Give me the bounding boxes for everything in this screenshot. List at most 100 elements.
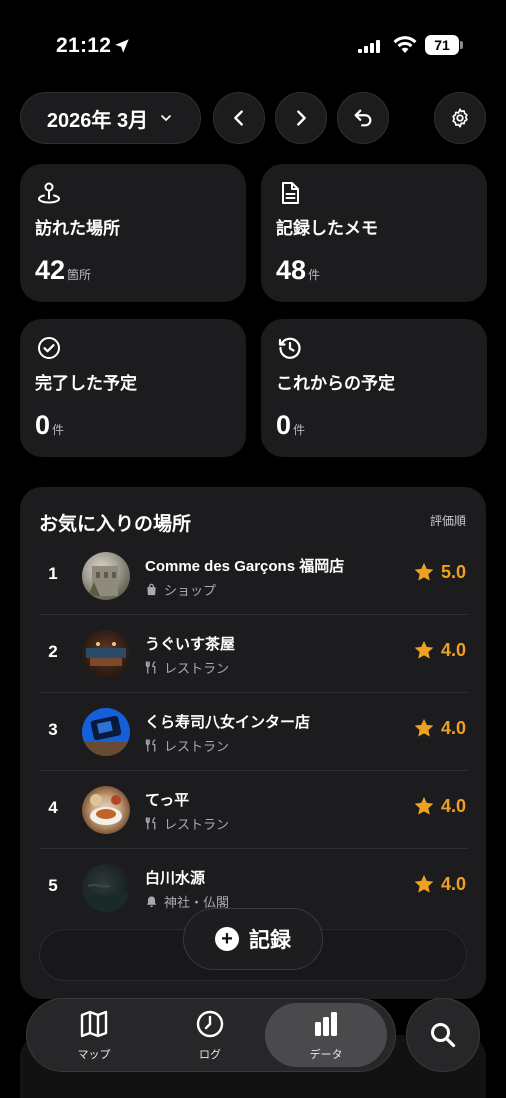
place-category: レストラン: [145, 658, 229, 677]
place-thumbnail: [82, 552, 130, 600]
star-icon: [414, 640, 434, 659]
month-selector-button[interactable]: 2026年 3月: [20, 92, 201, 144]
stat-label: 記録したメモ: [276, 219, 378, 238]
sort-order-button[interactable]: 評価順: [430, 512, 466, 529]
document-icon: [282, 182, 299, 204]
status-time: 21:12: [56, 34, 112, 57]
stat-label: 完了した予定: [35, 374, 137, 393]
category-label: レストラン: [164, 739, 230, 754]
place-rating: 4.0: [413, 639, 466, 661]
rank-number: 4: [48, 798, 58, 817]
favorite-row[interactable]: 2 うぐいす茶屋 レストラン 4.0: [20, 615, 486, 693]
category-label: レストラン: [164, 661, 230, 676]
stat-unit: 件: [52, 423, 65, 437]
rating-value: 4.0: [440, 639, 466, 660]
place-thumbnail: [82, 864, 130, 912]
place-category: レストラン: [145, 814, 229, 833]
utensils-icon: [145, 739, 156, 752]
tab-data[interactable]: データ: [265, 1003, 387, 1067]
battery-level: 71: [425, 35, 459, 55]
place-thumbnail: [82, 786, 130, 834]
wifi-icon: [393, 36, 417, 53]
chevron-right-icon: [297, 110, 306, 126]
history-icon: [278, 337, 301, 359]
undo-icon: [354, 109, 372, 127]
place-name: くら寿司八女インター店: [145, 714, 311, 731]
next-month-button[interactable]: [275, 92, 327, 144]
stat-value: 0: [276, 410, 292, 440]
star-icon: [414, 562, 434, 581]
map-pin-icon: [37, 182, 61, 204]
stat-unit: 箇所: [67, 268, 92, 282]
bar-chart-icon: [315, 1012, 337, 1036]
stat-value: 42: [35, 255, 66, 285]
settings-button[interactable]: [434, 92, 486, 144]
rank-number: 2: [48, 642, 58, 661]
rank-number: 5: [48, 876, 58, 895]
chevron-left-icon: [234, 110, 243, 126]
place-name: 白川水源: [145, 870, 206, 887]
rank-number: 1: [48, 564, 58, 583]
place-rating: 5.0: [413, 561, 466, 583]
reset-month-button[interactable]: [337, 92, 389, 144]
place-thumbnail: [82, 630, 130, 678]
star-icon: [414, 718, 434, 737]
place-thumbnail: [82, 708, 130, 756]
stat-value: 0: [35, 410, 51, 440]
header-controls: 2026年 3月: [20, 92, 486, 144]
tab-label: ログ: [199, 1049, 221, 1061]
search-button[interactable]: [406, 998, 480, 1072]
utensils-icon: [145, 817, 156, 830]
place-name: てっ平: [145, 792, 190, 809]
rank-number: 3: [48, 720, 58, 739]
record-button-label: 記録: [249, 929, 291, 952]
clock-icon: [196, 1010, 224, 1038]
tab-label: データ: [309, 1049, 343, 1061]
rating-value: 4.0: [440, 795, 466, 816]
tab-bar: マップ ログ データ: [26, 998, 396, 1072]
stat-card-completed[interactable]: 完了した予定 0件: [20, 319, 246, 457]
rating-value: 4.0: [440, 717, 466, 738]
bag-icon: [147, 583, 156, 596]
favorite-row[interactable]: 4 てっ平 レストラン 4.0: [20, 771, 486, 849]
stat-card-memos[interactable]: 記録したメモ 48 件: [261, 164, 487, 302]
place-rating: 4.0: [413, 717, 466, 739]
stat-label: これからの予定: [276, 374, 395, 393]
place-rating: 4.0: [413, 795, 466, 817]
previous-month-button[interactable]: [213, 92, 265, 144]
chevron-down-icon: [161, 115, 171, 121]
stat-value: 48: [276, 255, 307, 285]
place-category: ショップ: [145, 580, 216, 599]
location-arrow-icon: [115, 39, 129, 53]
cellular-signal-icon: [358, 40, 380, 53]
status-bar: 21:12 71: [0, 0, 506, 90]
tab-log[interactable]: ログ: [149, 999, 271, 1071]
check-circle-icon: [38, 337, 60, 359]
stat-card-visited[interactable]: 訪れた場所 42 箇所: [20, 164, 246, 302]
tab-map[interactable]: マップ: [33, 999, 155, 1071]
favorites-title: お気に入りの場所: [39, 514, 192, 535]
star-icon: [414, 796, 434, 815]
place-category: レストラン: [145, 736, 229, 755]
utensils-icon: [145, 661, 156, 674]
month-label: 2026年 3月: [46, 109, 149, 132]
bell-icon: [146, 896, 157, 908]
stat-card-upcoming[interactable]: これからの予定 0件: [261, 319, 487, 457]
place-name: Comme des Garçons 福岡店: [145, 558, 345, 575]
star-icon: [414, 874, 434, 893]
gear-icon: [452, 108, 468, 128]
favorite-row[interactable]: 1 Comme des Garçons 福岡店 ショップ 5.0: [20, 537, 486, 615]
stat-unit: 件: [308, 268, 321, 282]
record-button[interactable]: + 記録: [183, 908, 323, 970]
place-name: うぐいす茶屋: [145, 636, 236, 653]
favorite-row[interactable]: 3 くら寿司八女インター店 レストラン 4.0: [20, 693, 486, 771]
place-rating: 4.0: [413, 873, 466, 895]
category-label: ショップ: [164, 583, 217, 598]
plus-circle-icon: +: [215, 927, 239, 951]
stat-unit: 件: [293, 423, 306, 437]
map-icon: [80, 1010, 108, 1038]
search-icon: [431, 1023, 456, 1048]
rating-value: 5.0: [440, 561, 466, 582]
category-label: レストラン: [164, 817, 230, 832]
rating-value: 4.0: [440, 873, 466, 894]
